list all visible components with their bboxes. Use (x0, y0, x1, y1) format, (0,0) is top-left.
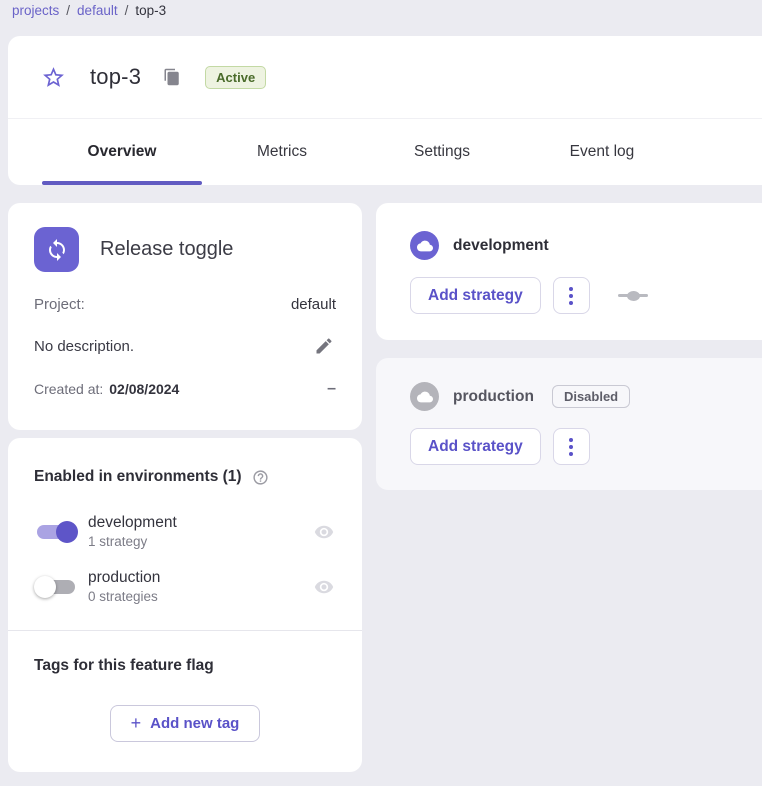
disabled-badge: Disabled (552, 385, 630, 408)
strategy-card-header: production Disabled (410, 382, 762, 411)
visibility-eye-icon[interactable] (312, 575, 336, 599)
add-tag-wrap: + Add new tag (34, 705, 336, 742)
cloud-environment-icon (410, 231, 439, 260)
visibility-eye-icon[interactable] (312, 520, 336, 544)
more-options-dots-icon[interactable] (553, 428, 590, 465)
project-value: default (291, 296, 336, 313)
created-at-label: Created at: (34, 381, 103, 397)
tab-metrics-label: Metrics (257, 143, 307, 161)
strategy-card-header: development (410, 231, 762, 260)
tab-overview-label: Overview (88, 143, 157, 161)
collapse-icon[interactable]: – (327, 384, 336, 394)
tab-event-log[interactable]: Event log (522, 119, 682, 185)
environment-name: production (88, 569, 160, 587)
tab-settings[interactable]: Settings (362, 119, 522, 185)
strategy-environment-name: development (453, 237, 549, 255)
environments-card: Enabled in environments (1) development … (8, 438, 362, 772)
release-toggle-sync-icon (34, 227, 79, 272)
toggle-production[interactable] (34, 575, 78, 599)
breadcrumb-current: top-3 (135, 3, 166, 18)
breadcrumb-separator: / (125, 3, 129, 18)
add-strategy-button[interactable]: Add strategy (410, 428, 541, 465)
copy-name-icon[interactable] (163, 67, 183, 87)
breadcrumb-link-default[interactable]: default (77, 3, 118, 18)
favorite-star-icon[interactable] (40, 64, 66, 90)
tags-title: Tags for this feature flag (34, 657, 336, 675)
environment-texts: production 0 strategies (88, 569, 160, 604)
breadcrumb-separator: / (66, 3, 70, 18)
help-icon[interactable] (252, 468, 270, 486)
strategy-actions: Add strategy (410, 277, 762, 314)
project-row: Project: default (34, 296, 336, 313)
toggle-development[interactable] (34, 520, 78, 544)
toggle-thumb (56, 521, 78, 543)
tab-settings-label: Settings (414, 143, 470, 161)
release-plan-connector-icon (618, 291, 648, 301)
feature-flag-page: { "breadcrumb": { "separator": "/", "ite… (0, 0, 762, 786)
breadcrumb: projects / default / top-3 (12, 3, 166, 18)
page-title: top-3 (90, 64, 141, 90)
strategy-environment-name: production (453, 388, 534, 406)
environments-title: Enabled in environments (1) (34, 468, 242, 486)
active-tab-indicator (42, 181, 202, 185)
environments-title-row: Enabled in environments (1) (34, 468, 336, 486)
more-options-dots-icon[interactable] (553, 277, 590, 314)
environment-strategy-count: 1 strategy (88, 534, 177, 549)
add-new-tag-button[interactable]: + Add new tag (110, 705, 261, 742)
description-text: No description. (34, 338, 134, 355)
tab-overview[interactable]: Overview (42, 119, 202, 185)
tab-bar: Overview Metrics Settings Event log (42, 119, 682, 185)
environment-row-production: production 0 strategies (34, 569, 336, 604)
breadcrumb-link-projects[interactable]: projects (12, 3, 59, 18)
environment-name: development (88, 514, 177, 532)
add-new-tag-label: Add new tag (150, 715, 239, 732)
flag-type-label: Release toggle (100, 238, 233, 261)
description-row: No description. (34, 334, 336, 358)
strategy-card-development: development Add strategy (376, 203, 762, 340)
plus-icon: + (131, 713, 142, 734)
flag-title-row: top-3 Active (8, 36, 762, 119)
created-at-text: Created at: 02/08/2024 (34, 381, 179, 397)
status-badge: Active (205, 66, 266, 89)
cloud-environment-icon (410, 382, 439, 411)
project-label: Project: (34, 296, 85, 313)
tab-metrics[interactable]: Metrics (202, 119, 362, 185)
strategy-card-production: production Disabled Add strategy (376, 358, 762, 490)
environment-texts: development 1 strategy (88, 514, 177, 549)
toggle-thumb (34, 576, 56, 598)
add-strategy-button[interactable]: Add strategy (410, 277, 541, 314)
card-divider (8, 630, 362, 631)
flag-type-row: Release toggle (34, 227, 336, 272)
created-at-row: Created at: 02/08/2024 – (34, 381, 336, 397)
environment-row-development: development 1 strategy (34, 514, 336, 549)
tab-event-log-label: Event log (570, 143, 635, 161)
edit-description-icon[interactable] (312, 334, 336, 358)
strategy-actions: Add strategy (410, 428, 762, 465)
flag-header-card: top-3 Active Overview Metrics Settings E… (8, 36, 762, 185)
environment-strategy-count: 0 strategies (88, 589, 160, 604)
flag-info-card: Release toggle Project: default No descr… (8, 203, 362, 430)
created-at-value: 02/08/2024 (109, 381, 179, 397)
